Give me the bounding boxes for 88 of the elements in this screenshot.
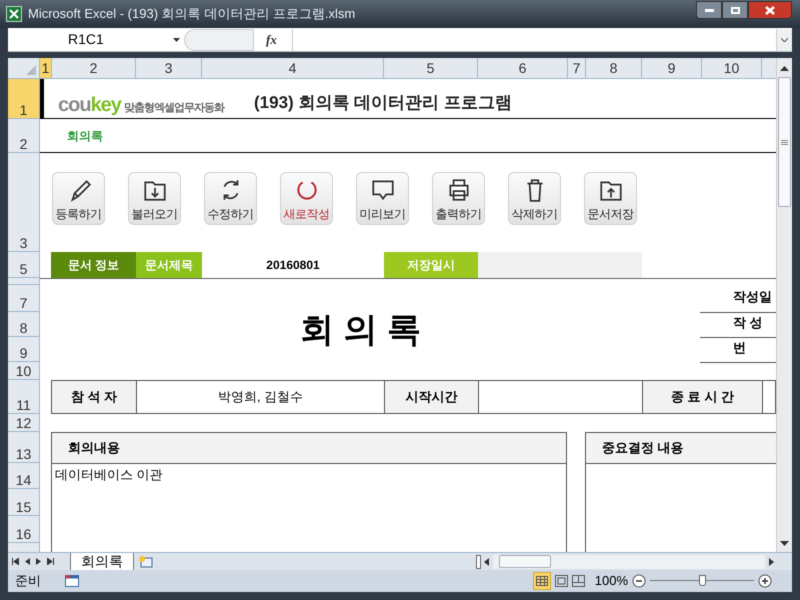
- row-header[interactable]: 15: [8, 489, 39, 516]
- field-label: 저장일시: [384, 252, 478, 278]
- brand-logo-text: key: [90, 93, 121, 118]
- toolbar-button[interactable]: 문서저장: [584, 172, 637, 225]
- active-cell[interactable]: [40, 79, 44, 119]
- row-header[interactable]: 13: [8, 432, 39, 463]
- macro-record-icon[interactable]: [65, 575, 79, 587]
- scroll-left-icon[interactable]: [484, 558, 489, 566]
- zoom-percent[interactable]: 100%: [594, 571, 628, 591]
- field-label: 시작시간: [385, 381, 479, 413]
- status-mode: 준비: [15, 572, 42, 590]
- toolbar-button[interactable]: 새로작성: [280, 172, 333, 225]
- column-header[interactable]: 2: [52, 58, 136, 78]
- zoom-in-icon[interactable]: [758, 574, 772, 588]
- document-heading: 회 의 록: [300, 310, 421, 351]
- horizontal-scrollbar[interactable]: [493, 554, 765, 568]
- scroll-right-icon[interactable]: [769, 558, 774, 566]
- column-header[interactable]: 1: [40, 58, 52, 78]
- field-label: 문서제목: [136, 252, 202, 278]
- toolbar-button[interactable]: 수정하기: [204, 172, 257, 225]
- close-button[interactable]: [748, 1, 792, 19]
- row-header[interactable]: 2: [8, 119, 39, 153]
- window-title: Microsoft Excel - (193) 회의록 데이터관리 프로그램.xlsm: [28, 5, 356, 24]
- section-body-text: 데이터베이스 이관: [54, 466, 164, 484]
- next-sheet-icon[interactable]: [36, 558, 41, 565]
- row-header[interactable]: 5: [8, 252, 39, 278]
- corner-triangle-icon: [26, 65, 36, 75]
- page-layout-view-icon[interactable]: [554, 575, 568, 587]
- scroll-thumb[interactable]: [778, 77, 791, 207]
- toolbar-button[interactable]: 등록하기: [52, 172, 105, 225]
- expand-formula-button[interactable]: [776, 28, 792, 50]
- field-label: 참 석 자: [52, 381, 137, 413]
- meta-label: 번: [733, 339, 746, 357]
- page-break-view-icon[interactable]: [572, 575, 585, 587]
- toolbar-button[interactable]: 불러오기: [128, 172, 181, 225]
- row-header[interactable]: 8: [8, 312, 39, 337]
- column-header[interactable]: 8: [586, 58, 642, 78]
- horizontal-scroll-thumb[interactable]: [499, 555, 551, 568]
- sheet-tab[interactable]: 회의록: [70, 552, 134, 570]
- toolbar-button[interactable]: 삭제하기: [508, 172, 561, 225]
- zoom-slider-thumb[interactable]: [698, 575, 706, 586]
- row-header[interactable]: 10: [8, 362, 39, 380]
- tab-split-handle[interactable]: [476, 554, 481, 568]
- row-header[interactable]: 1: [8, 79, 39, 119]
- brand-logo-text: cou: [58, 93, 91, 118]
- saved-date-field[interactable]: [478, 252, 642, 278]
- column-header[interactable]: 4: [202, 58, 384, 78]
- last-sheet-icon[interactable]: [47, 558, 54, 565]
- brand-tagline: 맞춤형엑셀업무자동화: [124, 101, 224, 116]
- toolbar-button[interactable]: 출력하기: [432, 172, 485, 225]
- scroll-down-icon[interactable]: [780, 541, 789, 546]
- column-header[interactable]: 7: [568, 58, 586, 78]
- column-header[interactable]: 9: [642, 58, 702, 78]
- normal-view-button[interactable]: [532, 572, 551, 590]
- row-header[interactable]: 11: [8, 380, 39, 414]
- info-section-label: 문서 정보: [51, 252, 136, 278]
- column-header[interactable]: 3: [136, 58, 202, 78]
- section-title: 중요결정 내용: [586, 433, 776, 464]
- vertical-scrollbar[interactable]: [776, 58, 792, 552]
- sheet-title: (193) 회의록 데이터관리 프로그램: [254, 92, 512, 114]
- section-title: 회의내용: [52, 433, 566, 464]
- row-header[interactable]: 9: [8, 337, 39, 362]
- row-header[interactable]: 12: [8, 414, 39, 432]
- chevron-down-icon: [781, 38, 788, 42]
- meta-label: 작성일: [733, 288, 772, 306]
- zoom-out-icon[interactable]: [632, 574, 646, 588]
- row-header[interactable]: 14: [8, 463, 39, 489]
- first-sheet-icon[interactable]: [12, 558, 19, 565]
- toolbar-button[interactable]: 미리보기: [356, 172, 409, 225]
- maximize-button[interactable]: [722, 1, 748, 19]
- field-label: 종 료 시 간: [643, 381, 763, 413]
- meta-label: 작 성: [733, 314, 763, 332]
- row-header[interactable]: 7: [8, 285, 39, 312]
- row-header[interactable]: 16: [8, 516, 39, 543]
- column-header[interactable]: 6: [478, 58, 568, 78]
- close-icon: [765, 6, 775, 14]
- insert-function-button[interactable]: fx: [266, 30, 284, 50]
- column-header[interactable]: 5: [384, 58, 478, 78]
- dropdown-icon[interactable]: [173, 38, 180, 42]
- scroll-up-icon[interactable]: [780, 66, 789, 71]
- field-value: 20160801: [265, 257, 321, 274]
- name-box[interactable]: R1C1: [8, 28, 184, 50]
- sheet-subtitle: 회의록: [67, 128, 103, 145]
- minimize-button[interactable]: [696, 1, 722, 19]
- previous-sheet-icon[interactable]: [25, 558, 30, 565]
- excel-icon: [6, 6, 22, 22]
- row-header[interactable]: 3: [8, 153, 39, 252]
- column-header[interactable]: 10: [702, 58, 762, 78]
